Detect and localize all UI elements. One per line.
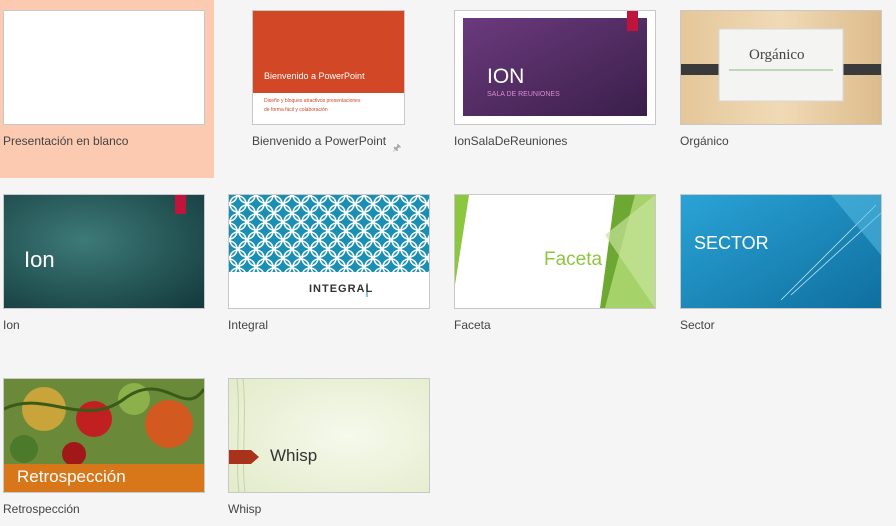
ion-sala-sub: SALA DE REUNIONES <box>487 91 560 98</box>
thumbnail-sector[interactable]: SECTOR <box>680 194 882 309</box>
thumbnail-ion-sala[interactable]: ION SALA DE REUNIONES <box>454 10 656 125</box>
organico-slide <box>681 11 881 124</box>
template-label: Faceta <box>454 318 491 332</box>
thumbnail-integral[interactable]: INTEGRAL <box>228 194 430 309</box>
ion-title: Ion <box>24 247 55 272</box>
ion-sala-title: ION <box>487 65 525 88</box>
template-label: IonSalaDeReuniones <box>454 134 568 148</box>
thumbnail-ion[interactable]: Ion <box>3 194 205 309</box>
template-label: Ion <box>3 318 20 332</box>
template-label: Whisp <box>228 502 262 516</box>
bienvenido-sub2: de forma fácil y colaboración <box>264 107 328 113</box>
pin-icon[interactable]: 🖈 <box>392 141 401 158</box>
template-label: Integral <box>228 318 269 332</box>
sector-title: SECTOR <box>694 233 769 253</box>
thumbnail-whisp[interactable]: Whisp <box>228 378 430 493</box>
thumbnail-faceta[interactable]: Faceta <box>454 194 656 309</box>
faceta-title: Faceta <box>544 249 603 270</box>
thumbnail-bienvenido[interactable]: Bienvenido a PowerPoint Diseño y bloques… <box>252 10 405 125</box>
bienvenido-title: Bienvenido a PowerPoint <box>264 71 365 81</box>
whisp-title: Whisp <box>270 446 318 465</box>
organico-title: Orgánico <box>749 47 805 63</box>
integral-title: INTEGRAL <box>309 283 374 295</box>
bienvenido-sub1: Diseño y bloques atractivos presentacion… <box>264 98 361 104</box>
thumbnail-blank[interactable] <box>3 10 205 125</box>
template-label: Bienvenido a PowerPoint <box>252 134 387 148</box>
retrospeccion-title: Retrospección <box>17 467 126 486</box>
thumbnail-organico[interactable]: Orgánico <box>680 10 882 125</box>
thumbnail-retrospeccion[interactable]: Retrospección <box>3 378 205 493</box>
ion-sala-slide <box>455 11 655 124</box>
template-label: Presentación en blanco <box>3 134 129 148</box>
whisp-slide <box>229 379 429 492</box>
template-label: Orgánico <box>680 134 729 148</box>
template-label: Sector <box>680 318 715 332</box>
template-label: Retrospección <box>3 502 80 516</box>
